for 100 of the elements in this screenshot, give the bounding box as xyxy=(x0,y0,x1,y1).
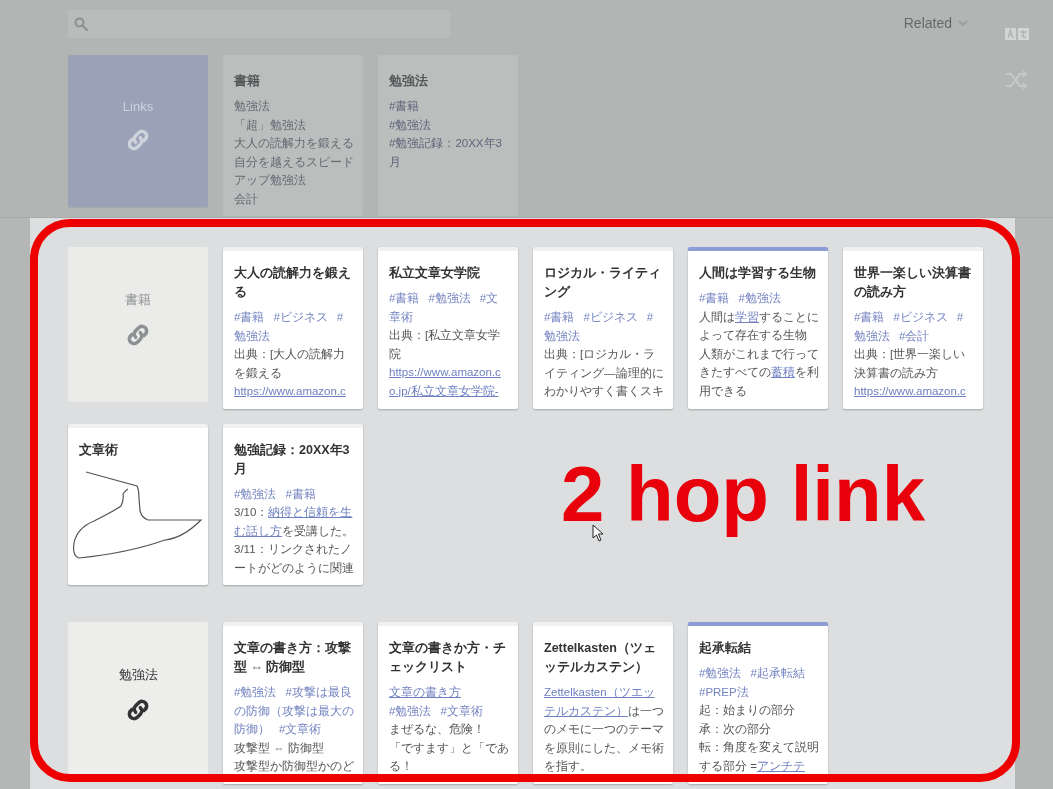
card-text: 承：次の部分 xyxy=(699,721,771,737)
tag-link[interactable]: # xyxy=(956,308,964,327)
group-header-card[interactable]: 勉強法 xyxy=(68,622,208,777)
caret-icon xyxy=(958,20,968,26)
page-link[interactable]: アップ勉強法 xyxy=(234,171,306,190)
tag-link[interactable]: #攻撃は最良 xyxy=(285,683,352,702)
tag-link[interactable]: #書籍 xyxy=(389,289,420,308)
page-card[interactable]: 起承転結 #勉強法 #起承転結 #PREP法 起：始まりの部分 承：次の部分 転：角度を変えて説明 する部分 =アンチテ xyxy=(688,622,828,784)
tag-link[interactable]: #ビジネス xyxy=(893,308,948,327)
page-card[interactable]: 世界一楽しい決算書の読み方 #書籍 #ビジネス # 勉強法 #会計 出典：[世界一楽しい 決算書の読み方 https://www.amazon.c xyxy=(843,247,983,409)
page-link[interactable]: アンチテ xyxy=(756,756,805,775)
page-link[interactable]: https://www.amazon.c xyxy=(389,363,501,382)
tag-link[interactable]: #勉強法 xyxy=(234,484,277,503)
tag-link[interactable]: #書籍 xyxy=(854,308,885,327)
card-title: 世界一楽しい決算書の読み方 xyxy=(854,265,972,301)
page-link[interactable]: 蓄積 xyxy=(771,363,795,382)
card-text: まぜるな、危険！ xyxy=(389,722,485,738)
search-field[interactable] xyxy=(68,10,450,38)
page-link[interactable]: 学習 xyxy=(735,307,759,326)
card-title: 起承転結 xyxy=(699,640,752,657)
page-link[interactable]: 大人の読解力を鍛える xyxy=(234,134,354,153)
group-header-card[interactable]: 書籍 xyxy=(68,247,208,402)
card-title: 文章の書きか方・チェックリスト xyxy=(389,639,507,676)
card-title: 文章術 xyxy=(79,441,119,459)
page-link[interactable]: 納得と信頼を生 xyxy=(268,503,353,522)
tag-link[interactable]: #書籍 xyxy=(389,97,420,116)
card-text: 院 xyxy=(389,346,401,362)
card-title: 大人の読解力を鍛える xyxy=(234,265,352,301)
card-text: 人間は xyxy=(699,309,735,325)
page-link[interactable]: o.jp/私立文章女学院- xyxy=(389,381,499,400)
page-card[interactable]: 大人の読解力を鍛える #書籍 #ビジネス # 勉強法 出典：[大人の読解力 を鍛える https://www.amazon.c xyxy=(223,247,363,409)
card-text: することに xyxy=(759,309,819,325)
tag-link[interactable]: #会計 xyxy=(899,326,930,345)
page-card[interactable]: 文章術 xyxy=(68,423,208,585)
tag-link[interactable]: 勉強法 xyxy=(854,326,890,345)
card-text: 攻撃型 ⇔ 防御型 xyxy=(234,740,324,756)
tag-link[interactable]: #書籍 xyxy=(699,289,730,308)
page-card[interactable]: Zettelkasten（ツェッテルカステン） Zettelkasten（ツエッ テルカステン）は一つ のメモに一つのテーマ を原則にした、メモ術 を指す。 xyxy=(533,622,673,784)
tag-link[interactable]: の防御（攻撃は最大の xyxy=(234,701,354,720)
tag-link[interactable]: #勉強記録：20XX年3 xyxy=(389,134,502,153)
tag-link[interactable]: #勉強法 xyxy=(738,289,781,308)
tag-link[interactable]: # xyxy=(336,308,344,327)
card-text: 決算書の読み方 xyxy=(854,365,938,381)
card-text: ートがどのように関連 xyxy=(234,560,354,576)
tag-link[interactable]: 勉強法 xyxy=(544,326,580,345)
card-text: よって存在する生物 xyxy=(699,328,807,343)
tag-link[interactable]: #ビジネス xyxy=(583,308,638,327)
tag-link[interactable]: #PREP法 xyxy=(699,682,749,701)
page-card[interactable]: 私立文章女学院 #書籍 #勉強法 #文 章術 出典：[私立文章女学 院 https://www.amazon.c o.jp/私立文章女学院- xyxy=(378,247,518,409)
card-text: を受講した。 xyxy=(282,523,354,539)
tag-link[interactable]: #書籍 xyxy=(285,484,316,503)
page-link[interactable]: 会計 xyxy=(234,189,258,208)
card-title: 文章の書き方：攻撃型 ⇔ 防御型 xyxy=(234,639,352,676)
page-link[interactable]: Zettelkasten（ツエッ xyxy=(544,683,655,702)
language-toggle-icon[interactable] xyxy=(1005,28,1029,40)
tag-link[interactable]: #文章術 xyxy=(440,701,483,720)
tag-link[interactable]: #ビジネス xyxy=(273,308,328,327)
tag-link[interactable]: #書籍 xyxy=(544,308,575,327)
tag-link[interactable]: #文 xyxy=(479,289,499,308)
card-text: 3/10： xyxy=(234,505,269,520)
page-link[interactable]: https://www.amazon.c xyxy=(234,382,346,401)
tag-link[interactable]: #勉強法 xyxy=(699,664,742,683)
page-link[interactable]: 勉強法 xyxy=(234,97,270,116)
page-card[interactable]: 文章の書き方：攻撃型 ⇔ 防御型 #勉強法 #攻撃は最良 の防御（攻撃は最大の 防御） #文章術 攻撃型 ⇔ 防御型 攻撃型か防御型かのど xyxy=(223,622,363,784)
tag-link[interactable]: #起承転結 xyxy=(750,664,805,683)
card-text: イティング―論理的に xyxy=(544,365,664,381)
card-text: 起：始まりの部分 xyxy=(699,703,795,718)
card-text: わかりやすく書くスキ xyxy=(544,384,664,399)
tag-link[interactable]: 勉強法 xyxy=(234,326,270,345)
card-text: 3/11：リンクされたノ xyxy=(234,542,352,557)
page-link[interactable]: 「超」勉強法 xyxy=(234,115,306,134)
card-text: 出典：[私立文章女学 xyxy=(389,328,501,343)
tag-link[interactable]: 章術 xyxy=(389,307,413,326)
card-title: 書籍 xyxy=(234,73,261,90)
page-card[interactable]: 勉強記録：20XX年3月 #勉強法 #書籍 3/10：納得と信頼を生 む話し方を受講した。 3/11：リンクされたノ ートがどのように関連 xyxy=(223,423,363,585)
group-title: 勉強法 xyxy=(118,666,158,684)
card-text: 出典：[大人の読解力 xyxy=(234,347,346,362)
page-link[interactable]: 自分を越えるスピード xyxy=(234,152,354,171)
tag-link[interactable]: 防御） xyxy=(234,720,270,739)
sort-menu[interactable]: Related xyxy=(901,13,970,33)
page-card[interactable]: 書籍 勉強法 「超」勉強法 大人の読解力を鍛える 自分を越えるスピード アップ勉強法 会計 xyxy=(223,55,363,216)
card-text: る！ xyxy=(389,759,413,774)
tag-link[interactable]: #勉強法 xyxy=(389,115,432,134)
tag-link[interactable]: #勉強法 xyxy=(428,289,471,308)
tag-link[interactable]: # xyxy=(646,308,654,327)
page-card[interactable]: 人間は学習する生物 #書籍 #勉強法 人間は学習することに よって存在する生物 人類がこれまで行って きたすべての蓄積を利 用できる xyxy=(688,247,828,409)
tag-link[interactable]: #文章術 xyxy=(279,720,322,739)
tag-link[interactable]: 月 xyxy=(389,152,401,171)
page-link[interactable]: テルカステン） xyxy=(544,701,628,720)
tag-link[interactable]: #書籍 xyxy=(234,308,265,327)
page-card[interactable]: ロジカル・ライティング #書籍 #ビジネス # 勉強法 出典：[ロジカル・ラ イティング―論理的に わかりやすく書くスキ xyxy=(533,247,673,409)
page-link[interactable]: 文章の書き方 xyxy=(389,683,461,702)
tag-link[interactable]: #勉強法 xyxy=(234,683,277,702)
page-card[interactable]: 文章の書きか方・チェックリスト 文章の書き方 #勉強法 #文章術 まぜるな、危険！ 「ですます」と「であ る！ xyxy=(378,622,518,784)
card-text: を鍛える xyxy=(234,365,282,381)
page-link[interactable]: https://www.amazon.c xyxy=(854,382,966,401)
page-link[interactable]: む話し方 xyxy=(234,521,282,540)
card-text: 用できる xyxy=(699,383,747,399)
page-card[interactable]: 勉強法 #書籍 #勉強法 #勉強記録：20XX年3 月 xyxy=(378,55,518,216)
tag-link[interactable]: #勉強法 xyxy=(389,701,432,720)
